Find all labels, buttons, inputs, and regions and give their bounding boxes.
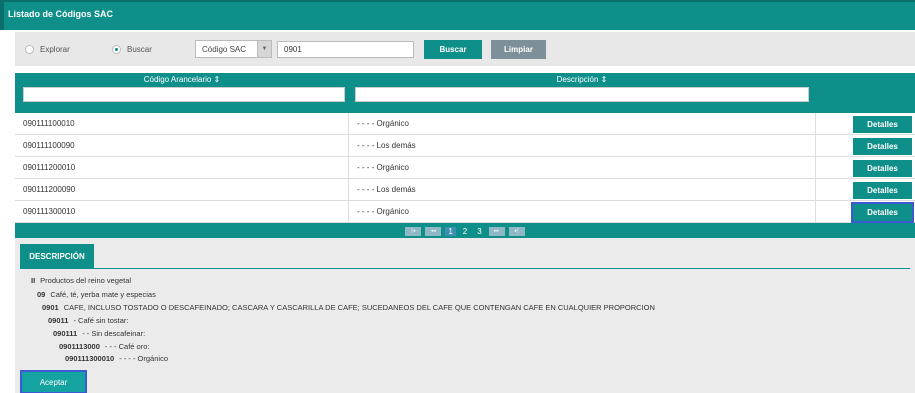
first-page-button[interactable]: |◂ bbox=[405, 226, 422, 236]
table-row[interactable]: 090111200090 - - - - Los demás Detalles bbox=[15, 179, 915, 201]
row-code: 090111200010 bbox=[23, 163, 76, 172]
hierarchy-text: CAFE, INCLUSO TOSTADO O DESCAFEINADO; CA… bbox=[63, 303, 655, 312]
radio-explorar-label: Explorar bbox=[40, 45, 70, 54]
table-row-selected[interactable]: 090111300010 - - - - Orgánico Detalles bbox=[15, 201, 915, 223]
cell-divider bbox=[815, 157, 816, 178]
cell-divider bbox=[348, 113, 349, 134]
page-3-button[interactable]: 3 bbox=[474, 227, 484, 236]
hierarchy-code: 090111 bbox=[53, 329, 78, 338]
hierarchy-text: - Café sin tostar: bbox=[73, 316, 129, 325]
cell-divider bbox=[348, 201, 349, 222]
hierarchy-text: - - - - Orgánico bbox=[119, 354, 168, 363]
codes-table: Código Arancelario ⇕ Descripción ⇕ 09011… bbox=[15, 73, 915, 239]
search-bar: Explorar Buscar Código SAC ▼ Buscar Limp… bbox=[15, 32, 915, 66]
hierarchy-code: 09 bbox=[37, 290, 46, 299]
prev-page-button[interactable]: ◂◂ bbox=[425, 226, 442, 236]
radio-buscar-label: Buscar bbox=[127, 45, 152, 54]
cell-divider bbox=[348, 157, 349, 178]
search-field-select[interactable]: Código SAC ▼ bbox=[195, 40, 272, 58]
row-description: - - - - Orgánico bbox=[357, 119, 410, 128]
cell-divider bbox=[815, 113, 816, 134]
column-header-code[interactable]: Código Arancelario ⇕ bbox=[15, 75, 349, 84]
description-filter-input[interactable] bbox=[355, 87, 809, 102]
hierarchy-code: 0901113000 bbox=[59, 342, 100, 351]
table-row[interactable]: 090111100010 - - - - Orgánico Detalles bbox=[15, 113, 915, 135]
hierarchy-line: 090111300010 - - - - Orgánico bbox=[65, 354, 168, 363]
hierarchy-line: II Productos del reino vegetal bbox=[31, 276, 131, 285]
hierarchy-text: Café, té, yerba mate y especias bbox=[50, 290, 156, 299]
details-button[interactable]: Detalles bbox=[853, 116, 912, 133]
hierarchy-code: 0901 bbox=[42, 303, 59, 312]
last-page-button[interactable]: ▸| bbox=[508, 226, 525, 236]
pagination: |◂ ◂◂ 1 2 3 ▸▸ ▸| bbox=[15, 223, 915, 239]
tab-divider bbox=[20, 268, 910, 269]
cell-divider bbox=[815, 179, 816, 200]
page-1-button[interactable]: 1 bbox=[445, 226, 456, 236]
radio-dot[interactable] bbox=[112, 45, 121, 54]
row-code: 090111200090 bbox=[23, 185, 76, 194]
cell-divider bbox=[348, 179, 349, 200]
hierarchy-line: 090111 - - Sin descafeinar: bbox=[53, 329, 145, 338]
hierarchy-code: 090111300010 bbox=[65, 354, 115, 363]
details-button[interactable]: Detalles bbox=[853, 160, 912, 177]
window-title: Listado de Códigos SAC bbox=[0, 0, 915, 30]
code-filter-input[interactable] bbox=[23, 87, 345, 102]
row-code: 090111100010 bbox=[23, 119, 75, 128]
hierarchy-line: 0901113000 - - - Café oro: bbox=[59, 342, 149, 351]
table-body: 090111100010 - - - - Orgánico Detalles 0… bbox=[15, 113, 915, 223]
next-page-button[interactable]: ▸▸ bbox=[488, 226, 505, 236]
search-button[interactable]: Buscar bbox=[424, 40, 482, 59]
description-panel: DESCRIPCIÓN II Productos del reino vegeta… bbox=[15, 238, 915, 393]
cell-divider bbox=[815, 135, 816, 156]
details-button[interactable]: Detalles bbox=[853, 182, 912, 199]
table-row[interactable]: 090111200010 - - - - Orgánico Detalles bbox=[15, 157, 915, 179]
hierarchy-code: II bbox=[31, 276, 36, 285]
table-header: Código Arancelario ⇕ Descripción ⇕ bbox=[15, 73, 915, 113]
search-input[interactable] bbox=[277, 41, 414, 58]
hierarchy-line: 0901 CAFE, INCLUSO TOSTADO O DESCAFEINADO… bbox=[42, 303, 655, 312]
cell-divider bbox=[815, 201, 816, 222]
radio-explorar[interactable]: Explorar bbox=[25, 45, 70, 54]
details-button-selected[interactable]: Detalles bbox=[851, 202, 914, 223]
radio-buscar[interactable]: Buscar bbox=[112, 45, 152, 54]
row-description: - - - - Orgánico bbox=[357, 207, 410, 216]
chevron-down-icon[interactable]: ▼ bbox=[257, 41, 271, 57]
hierarchy-line: 09011 - Café sin tostar: bbox=[48, 316, 128, 325]
hierarchy-code: 09011 bbox=[48, 316, 69, 325]
hierarchy-line: 09 Café, té, yerba mate y especias bbox=[37, 290, 156, 299]
hierarchy-text: - - - Café oro: bbox=[104, 342, 150, 351]
table-row[interactable]: 090111100090 - - - - Los demás Detalles bbox=[15, 135, 915, 157]
row-description: - - - - Los demás bbox=[357, 185, 416, 194]
accept-button[interactable]: Aceptar bbox=[20, 370, 87, 393]
radio-dot[interactable] bbox=[25, 45, 34, 54]
cell-divider bbox=[348, 135, 349, 156]
hierarchy-text: - - Sin descafeinar: bbox=[82, 329, 146, 338]
row-code: 090111300010 bbox=[23, 207, 76, 216]
clear-button[interactable]: Limpiar bbox=[491, 40, 546, 59]
details-button[interactable]: Detalles bbox=[853, 138, 912, 155]
row-code: 090111100090 bbox=[23, 141, 75, 150]
column-header-description[interactable]: Descripción ⇕ bbox=[349, 75, 815, 84]
row-description: - - - - Orgánico bbox=[357, 163, 410, 172]
search-field-value: Código SAC bbox=[202, 44, 247, 54]
hierarchy-text: Productos del reino vegetal bbox=[40, 276, 132, 285]
row-description: - - - - Los demás bbox=[357, 141, 416, 150]
page-2-button[interactable]: 2 bbox=[460, 227, 470, 236]
tab-descripcion[interactable]: DESCRIPCIÓN bbox=[20, 244, 94, 268]
